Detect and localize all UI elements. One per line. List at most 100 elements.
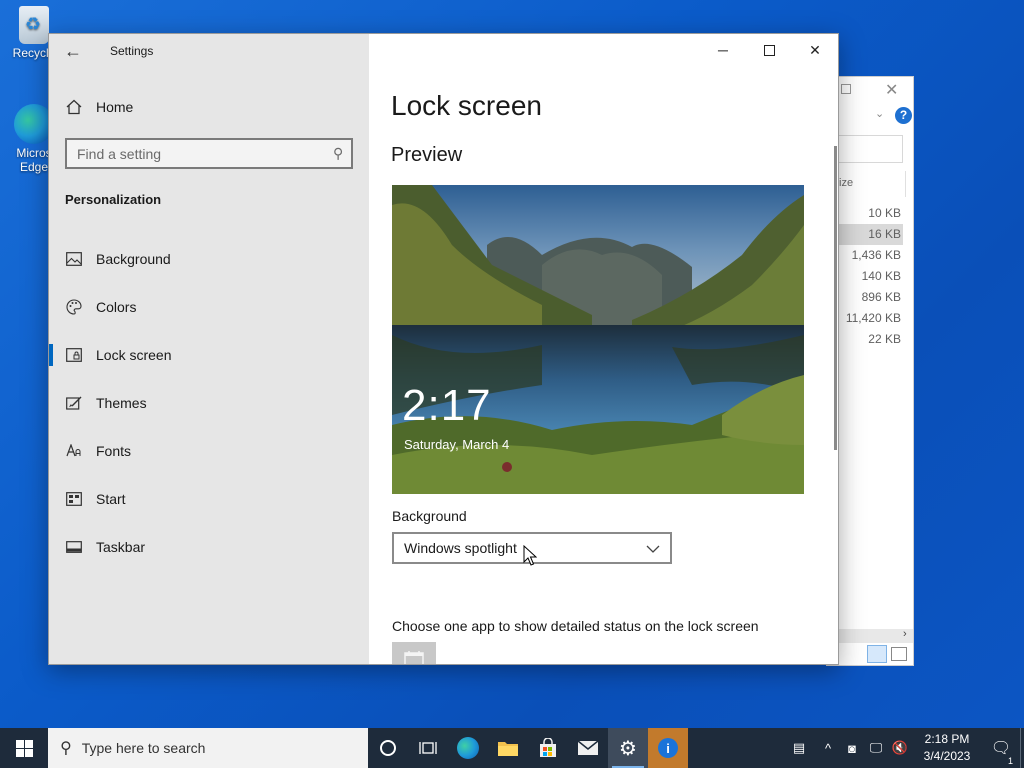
taskbar-clock[interactable]: 2:18 PM 3/4/2023: [912, 731, 982, 765]
store-icon: [540, 738, 556, 757]
nav-item-colors[interactable]: Colors: [49, 283, 369, 331]
volume-muted-icon[interactable]: 🔇: [888, 740, 912, 756]
lock-screen-icon: [65, 346, 83, 364]
lock-screen-preview: 2:17 Saturday, March 4: [392, 185, 804, 494]
taskbar-search-box[interactable]: ⚲ Type here to search: [48, 728, 368, 768]
file-size-row[interactable]: 11,420 KB: [839, 308, 903, 329]
details-view-button[interactable]: [867, 645, 887, 663]
file-size-row[interactable]: 896 KB: [839, 287, 903, 308]
explorer-search-input[interactable]: [839, 135, 903, 163]
taskbar-search-placeholder: Type here to search: [81, 740, 206, 756]
chevron-down-icon[interactable]: ⌄: [875, 107, 884, 120]
back-arrow-icon[interactable]: ←: [61, 40, 85, 64]
gear-icon: ⚙: [619, 737, 637, 760]
network-icon[interactable]: 🖵: [864, 740, 888, 756]
home-label: Home: [96, 99, 134, 115]
minimize-icon[interactable]: ─: [700, 34, 746, 66]
vertical-scrollbar[interactable]: [834, 146, 837, 450]
mail-taskbar-button[interactable]: [568, 728, 608, 768]
column-separator: [905, 171, 906, 197]
settings-nav-pane: ← Settings Home Find a setting ⚲ Persona…: [49, 34, 369, 664]
file-size-row[interactable]: 1,436 KB: [839, 245, 903, 266]
nav-home[interactable]: Home: [65, 96, 133, 118]
file-size-row[interactable]: 10 KB: [839, 203, 903, 224]
calendar-app-button[interactable]: [392, 642, 436, 664]
recycle-bin-icon: [19, 6, 49, 44]
explorer-maximize-icon[interactable]: [841, 84, 851, 94]
task-view-icon: [419, 742, 437, 754]
themes-icon: [65, 394, 83, 412]
nav-item-label: Fonts: [96, 443, 132, 459]
horizontal-scrollbar[interactable]: [839, 629, 913, 643]
close-icon[interactable]: ✕: [792, 34, 838, 66]
store-taskbar-button[interactable]: [528, 728, 568, 768]
taskbar-date: 3/4/2023: [923, 749, 971, 763]
file-size-row[interactable]: 22 KB: [839, 329, 903, 350]
home-icon: [65, 98, 83, 116]
notification-center-button[interactable]: 🗨 1: [982, 738, 1020, 766]
mail-icon: [577, 740, 599, 755]
search-placeholder: Find a setting: [77, 145, 162, 162]
meet-now-icon[interactable]: ◙: [840, 741, 864, 756]
preview-clock: 2:17: [402, 381, 492, 430]
size-column-header[interactable]: ize: [839, 177, 853, 189]
search-icon: ⚲: [60, 740, 72, 757]
nav-item-taskbar[interactable]: Taskbar: [49, 523, 369, 571]
notification-icon: 🗨: [990, 740, 1012, 757]
nav-item-themes[interactable]: Themes: [49, 379, 369, 427]
settings-taskbar-button[interactable]: ⚙: [608, 728, 648, 768]
system-tray: ▤ ^ ◙ 🖵 🔇 2:18 PM 3/4/2023 🗨 1: [782, 728, 1024, 768]
file-explorer-window[interactable]: ✕ ⌄ ? ize 10 KB 16 KB 1,436 KB 140 KB 896 KB…: [826, 76, 914, 666]
file-size-list: 10 KB 16 KB 1,436 KB 140 KB 896 KB 11,420 KB 2…: [839, 203, 903, 350]
windows-logo-icon: [15, 739, 33, 757]
taskbar: ⚲ Type here to search ⚙ i ▤ ^ ◙ 🖵 🔇 2:18…: [0, 728, 1024, 768]
mouse-cursor-icon: [523, 545, 537, 566]
help-icon[interactable]: ?: [895, 107, 912, 124]
fonts-icon: [65, 442, 83, 460]
news-icon[interactable]: ▤: [782, 740, 816, 756]
maximize-icon[interactable]: [746, 34, 792, 66]
find-setting-input[interactable]: Find a setting ⚲: [65, 138, 353, 169]
large-icons-view-button[interactable]: [891, 647, 907, 661]
show-desktop-button[interactable]: [1020, 728, 1024, 768]
taskbar-time: 2:18 PM: [924, 732, 970, 746]
explorer-close-icon[interactable]: ✕: [885, 80, 898, 100]
nav-item-label: Colors: [96, 299, 137, 315]
preview-heading: Preview: [391, 144, 463, 166]
nav-item-start[interactable]: Start: [49, 475, 369, 523]
file-explorer-taskbar-button[interactable]: [488, 728, 528, 768]
file-size-row[interactable]: 140 KB: [839, 266, 903, 287]
task-view-button[interactable]: [408, 728, 448, 768]
picture-icon: [65, 250, 83, 268]
palette-icon: [65, 298, 83, 316]
section-title: Personalization: [65, 192, 162, 207]
nav-item-lock-screen[interactable]: Lock screen: [49, 331, 369, 379]
file-size-row[interactable]: 16 KB: [839, 224, 903, 245]
scroll-right-icon[interactable]: ›: [903, 628, 907, 640]
edge-taskbar-button[interactable]: [448, 728, 488, 768]
info-app-taskbar-button[interactable]: i: [648, 728, 688, 768]
page-title: Lock screen: [391, 90, 542, 121]
window-title: Settings: [110, 44, 154, 58]
chevron-up-icon[interactable]: ^: [816, 741, 840, 756]
taskbar-icon: [65, 538, 83, 556]
nav-item-background[interactable]: Background: [49, 235, 369, 283]
edge-icon: [457, 737, 479, 759]
chevron-down-icon: [646, 540, 660, 556]
calendar-icon: [404, 651, 424, 664]
cortana-button[interactable]: [368, 728, 408, 768]
notification-badge: 1: [1007, 756, 1013, 766]
nav-item-label: Taskbar: [96, 539, 146, 555]
background-label: Background: [392, 508, 467, 524]
window-controls: ─ ✕: [700, 34, 838, 66]
nav-items: Background Colors Lock screen Themes Fon…: [49, 235, 369, 571]
nav-item-fonts[interactable]: Fonts: [49, 427, 369, 475]
nav-item-label: Start: [96, 491, 126, 507]
nav-item-label: Background: [96, 251, 171, 267]
folder-icon: [498, 742, 518, 756]
search-icon: ⚲: [332, 145, 343, 161]
nav-item-label: Themes: [96, 395, 147, 411]
start-button[interactable]: [0, 728, 48, 768]
detailed-status-label: Choose one app to show detailed status o…: [392, 618, 759, 634]
preview-date: Saturday, March 4: [404, 437, 510, 452]
